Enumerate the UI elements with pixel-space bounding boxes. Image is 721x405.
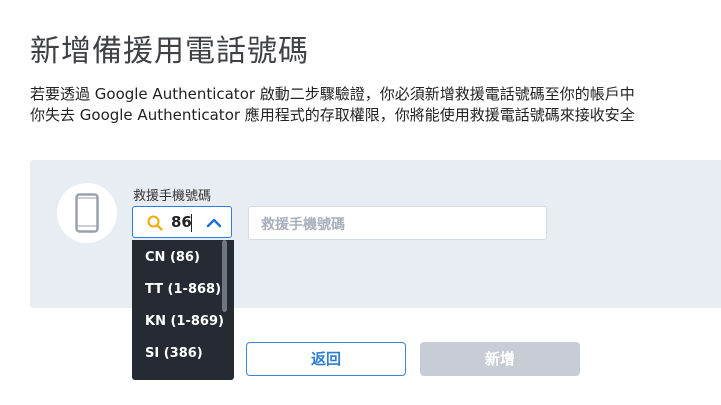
description-line-1: 若要透過 Google Authenticator 啟動二步驟驗證，你必須新增救… [30, 85, 635, 103]
chevron-up-icon[interactable] [206, 218, 222, 228]
phone-avatar [57, 183, 117, 243]
rescue-phone-input[interactable]: 救援手機號碼 [248, 206, 547, 240]
country-option-tt[interactable]: TT (1-868) [145, 282, 221, 297]
back-button[interactable]: 返回 [246, 342, 406, 376]
mobile-phone-icon [75, 193, 99, 233]
country-code-dropdown: CN (86) TT (1-868) KN (1-869) SI (386) [132, 240, 234, 380]
page-title: 新增備援用電話號碼 [30, 34, 309, 69]
country-option-cn[interactable]: CN (86) [145, 250, 200, 265]
add-backup-phone-page: 新增備援用電話號碼 若要透過 Google Authenticator 啟動二步… [0, 0, 721, 405]
search-icon [147, 215, 163, 231]
page-description: 若要透過 Google Authenticator 啟動二步驟驗證，你必須新增救… [30, 84, 635, 126]
description-line-2: 你失去 Google Authenticator 應用程式的存取權限，你將能使用… [30, 106, 635, 124]
country-option-si[interactable]: SI (386) [145, 346, 203, 361]
country-code-search-input[interactable]: 86 [132, 206, 232, 238]
country-search-value: 86 [171, 213, 192, 231]
text-caret [191, 214, 192, 232]
add-button[interactable]: 新增 [420, 342, 580, 376]
rescue-phone-label: 救援手機號碼 [133, 189, 212, 204]
dropdown-scrollbar[interactable] [222, 240, 227, 312]
country-option-kn[interactable]: KN (1-869) [145, 314, 224, 329]
